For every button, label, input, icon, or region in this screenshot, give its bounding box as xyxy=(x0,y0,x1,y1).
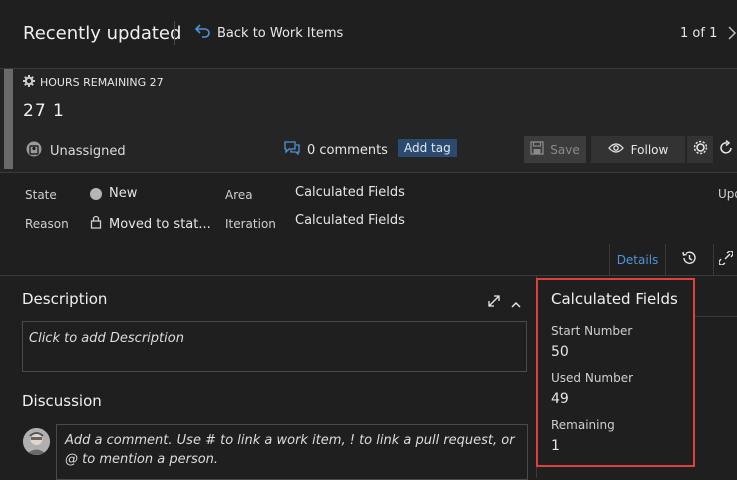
settings-button[interactable] xyxy=(687,136,713,163)
updated-label: Upd xyxy=(718,187,737,201)
divider xyxy=(174,21,175,45)
chevron-right-icon[interactable] xyxy=(727,22,737,48)
comments-count: 0 comments xyxy=(307,142,388,158)
description-editor[interactable]: Click to add Description xyxy=(22,321,527,372)
reason-field[interactable]: Moved to stat... xyxy=(90,215,211,233)
add-tag-button[interactable]: Add tag xyxy=(398,139,457,157)
tab-details[interactable]: Details xyxy=(609,244,666,275)
back-link-label: Back to Work Items xyxy=(217,25,344,41)
assignee-label: Unassigned xyxy=(50,143,126,159)
person-icon xyxy=(26,140,42,162)
work-item-type-label: HOURS REMAINING 27 xyxy=(40,76,164,89)
description-placeholder: Click to add Description xyxy=(29,331,184,346)
state-label: State xyxy=(25,188,57,202)
comment-input[interactable]: Add a comment. Use # to link a work item… xyxy=(56,424,528,480)
gear-icon xyxy=(23,75,35,90)
tab-links[interactable] xyxy=(714,244,737,275)
tab-history[interactable] xyxy=(665,244,714,275)
reason-label: Reason xyxy=(25,217,69,231)
circle-icon xyxy=(90,187,102,200)
lock-icon xyxy=(90,215,102,233)
highlight-box xyxy=(536,278,695,467)
pager-text: 1 of 1 xyxy=(680,26,718,41)
comment-placeholder: Add a comment. Use # to link a work item… xyxy=(65,433,515,467)
follow-button[interactable]: Follow xyxy=(591,136,685,163)
iteration-field[interactable]: Calculated Fields xyxy=(295,213,405,228)
avatar xyxy=(23,428,50,455)
reason-value: Moved to stat... xyxy=(109,216,211,232)
area-field[interactable]: Calculated Fields xyxy=(295,185,405,200)
state-value: New xyxy=(109,186,138,201)
area-label: Area xyxy=(225,188,253,202)
work-item-title[interactable]: 27 1 xyxy=(23,101,65,121)
page-title: Recently updated xyxy=(23,23,182,44)
link-icon xyxy=(717,250,734,269)
work-item-type: HOURS REMAINING 27 xyxy=(23,75,164,90)
back-to-work-items-link[interactable]: Back to Work Items xyxy=(194,24,344,42)
gear-icon xyxy=(693,140,708,159)
follow-label: Follow xyxy=(630,142,669,157)
work-item-type-strip xyxy=(4,69,13,169)
state-dropdown[interactable]: New xyxy=(90,186,137,201)
description-title: Description xyxy=(22,290,108,308)
panel-divider xyxy=(694,316,737,317)
discussion-title: Discussion xyxy=(22,392,102,410)
eye-icon xyxy=(607,142,624,157)
save-button[interactable]: Save xyxy=(524,136,586,163)
back-arrow-icon xyxy=(194,24,211,42)
save-label: Save xyxy=(550,142,580,157)
save-icon xyxy=(530,141,544,158)
refresh-icon xyxy=(718,139,734,160)
history-icon xyxy=(681,250,697,270)
chevron-up-icon[interactable] xyxy=(510,295,522,314)
comment-icon xyxy=(284,141,300,159)
expand-icon[interactable] xyxy=(487,293,501,312)
comments-link[interactable]: 0 comments xyxy=(284,141,388,159)
iteration-label: Iteration xyxy=(225,217,276,231)
refresh-button[interactable] xyxy=(718,136,737,163)
assignee-picker[interactable]: Unassigned xyxy=(26,140,126,162)
